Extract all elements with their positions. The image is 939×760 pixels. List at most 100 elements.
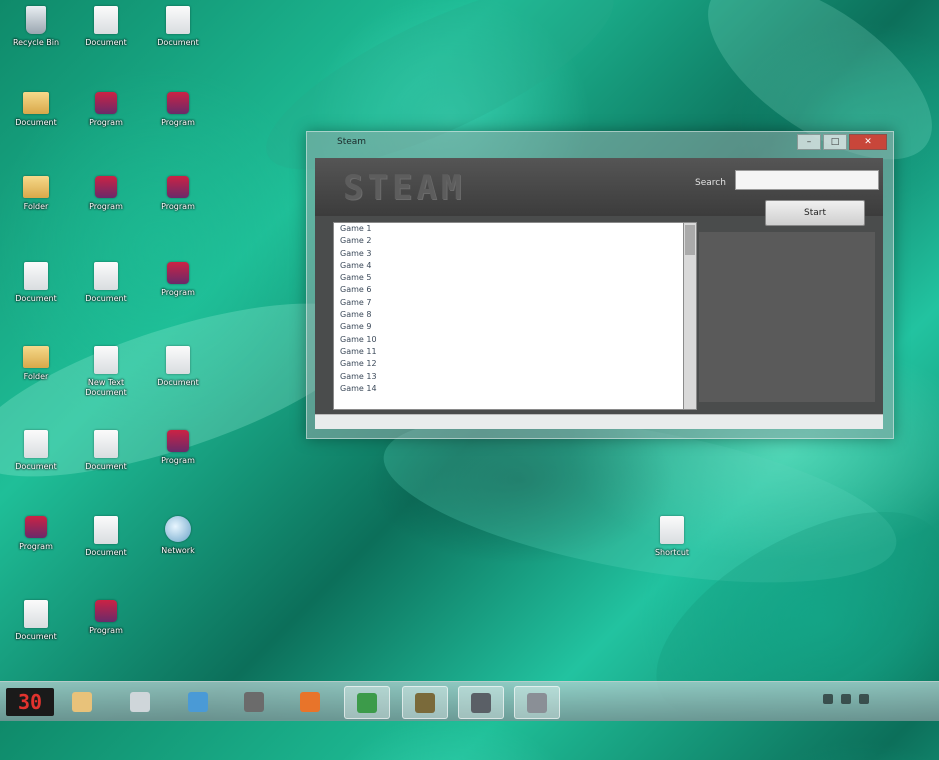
desktop-icon[interactable]: Document: [74, 430, 138, 472]
system-tray: [823, 694, 869, 704]
close-button[interactable]: ✕: [849, 134, 887, 150]
desktop-icon[interactable]: Folder: [4, 346, 68, 382]
list-item[interactable]: Game 10: [334, 334, 684, 346]
desktop-icon[interactable]: Shortcut: [640, 516, 704, 558]
desktop-icon-label: Recycle Bin: [12, 38, 60, 47]
steam-window[interactable]: Steam – □ ✕ STEAM Search Start Game 1 Gam…: [306, 131, 894, 439]
desktop-icon-label: Program: [161, 118, 195, 127]
list-item[interactable]: Game 2: [334, 235, 684, 247]
desktop-icon[interactable]: Document: [4, 600, 68, 642]
list-item[interactable]: Game 11: [334, 346, 684, 358]
list-scrollbar[interactable]: [683, 222, 697, 410]
window-client-area: STEAM Search Start Game 1 Game 2 Game 3 Gam…: [315, 158, 883, 428]
list-item[interactable]: Game 12: [334, 358, 684, 370]
file-icon: [24, 600, 48, 628]
desktop-icon-label: Document: [15, 294, 57, 303]
desktop-icon[interactable]: Document: [4, 262, 68, 304]
list-item[interactable]: Game 9: [334, 321, 684, 333]
file-icon: [166, 346, 190, 374]
desktop-icon[interactable]: Program: [74, 92, 138, 128]
desktop-icon-label: Program: [161, 456, 195, 465]
flag-icon[interactable]: [859, 694, 869, 704]
folder-icon: [23, 346, 49, 368]
application-icon: [95, 92, 117, 114]
taskbar-button[interactable]: [514, 686, 560, 719]
globe-icon: [165, 516, 191, 542]
desktop-icon-label: Network: [161, 546, 195, 555]
desktop-icon[interactable]: Document: [4, 430, 68, 472]
folder-icon: [23, 92, 49, 114]
app-icon: [527, 692, 547, 713]
taskbar-button[interactable]: [232, 686, 276, 717]
desktop-icon[interactable]: Document: [146, 346, 210, 388]
taskbar-button[interactable]: [402, 686, 448, 719]
desktop-icon-label: Document: [85, 38, 127, 47]
desktop-icon-label: Document: [15, 118, 57, 127]
desktop-icon[interactable]: Program: [74, 176, 138, 212]
desktop-icon[interactable]: Document: [4, 92, 68, 128]
firefox-icon: [300, 691, 320, 712]
desktop-icon-label: Document: [157, 38, 199, 47]
desktop-icon[interactable]: Recycle Bin: [4, 6, 68, 48]
desktop-icon-label: Document: [85, 294, 127, 303]
desktop-icon[interactable]: Document: [74, 6, 138, 48]
desktop-icon[interactable]: Folder: [4, 176, 68, 212]
list-item[interactable]: Game 7: [334, 297, 684, 309]
window-titlebar[interactable]: Steam – □ ✕: [307, 132, 893, 154]
search-input[interactable]: [735, 170, 879, 190]
list-item[interactable]: Game 13: [334, 371, 684, 383]
file-icon: [94, 346, 118, 374]
control-panel-icon: [130, 691, 150, 712]
application-icon: [167, 176, 189, 198]
desktop-icon-label: Program: [19, 542, 53, 551]
scrollbar-thumb[interactable]: [685, 225, 695, 255]
list-item[interactable]: Game 14: [334, 383, 684, 395]
list-item[interactable]: Game 1: [334, 223, 684, 235]
game-list[interactable]: Game 1 Game 2 Game 3 Game 4 Game 5 Game 6 Game…: [333, 222, 685, 410]
desktop-icon-label: Document: [157, 378, 199, 387]
details-pane: [699, 232, 875, 402]
list-item[interactable]: Game 3: [334, 248, 684, 260]
desktop-icon-label: Document: [85, 548, 127, 557]
start-button[interactable]: Start: [765, 200, 865, 226]
start-button-icon[interactable]: 30: [6, 688, 54, 716]
file-icon: [660, 516, 684, 544]
chrome-icon: [357, 692, 377, 713]
desktop-icon-label: Program: [89, 626, 123, 635]
list-item[interactable]: Game 8: [334, 309, 684, 321]
taskbar-button[interactable]: [458, 686, 504, 719]
maximize-button[interactable]: □: [823, 134, 847, 150]
desktop-icon[interactable]: Document: [146, 6, 210, 48]
list-item[interactable]: Game 5: [334, 272, 684, 284]
application-icon: [167, 92, 189, 114]
desktop-icon[interactable]: Network: [146, 516, 210, 556]
taskbar-button[interactable]: [344, 686, 390, 719]
explorer-icon: [72, 691, 92, 712]
taskbar-button[interactable]: [60, 686, 104, 717]
desktop-icon[interactable]: Program: [146, 430, 210, 466]
desktop-icon-label: Program: [89, 118, 123, 127]
desktop-icon-label: Program: [161, 202, 195, 211]
desktop-icon[interactable]: Document: [74, 516, 138, 558]
minimize-button[interactable]: –: [797, 134, 821, 150]
network-icon[interactable]: [823, 694, 833, 704]
media-player-icon: [188, 691, 208, 712]
file-icon: [24, 262, 48, 290]
desktop-icon-label: Program: [89, 202, 123, 211]
volume-icon[interactable]: [841, 694, 851, 704]
file-icon: [94, 262, 118, 290]
recycle-bin-icon: [26, 6, 46, 34]
desktop-icon[interactable]: Program: [74, 600, 138, 636]
taskbar-button[interactable]: [176, 686, 220, 717]
desktop-icon[interactable]: Program: [146, 176, 210, 212]
desktop-icon[interactable]: Document: [74, 262, 138, 304]
desktop-icon[interactable]: Program: [146, 262, 210, 298]
desktop-icon[interactable]: Program: [146, 92, 210, 128]
desktop-icon[interactable]: New Text Document: [74, 346, 138, 398]
window-title: Steam: [337, 137, 367, 147]
taskbar-button[interactable]: [118, 686, 162, 717]
taskbar-button[interactable]: [288, 686, 332, 717]
desktop-icon[interactable]: Program: [4, 516, 68, 552]
list-item[interactable]: Game 6: [334, 284, 684, 296]
list-item[interactable]: Game 4: [334, 260, 684, 272]
